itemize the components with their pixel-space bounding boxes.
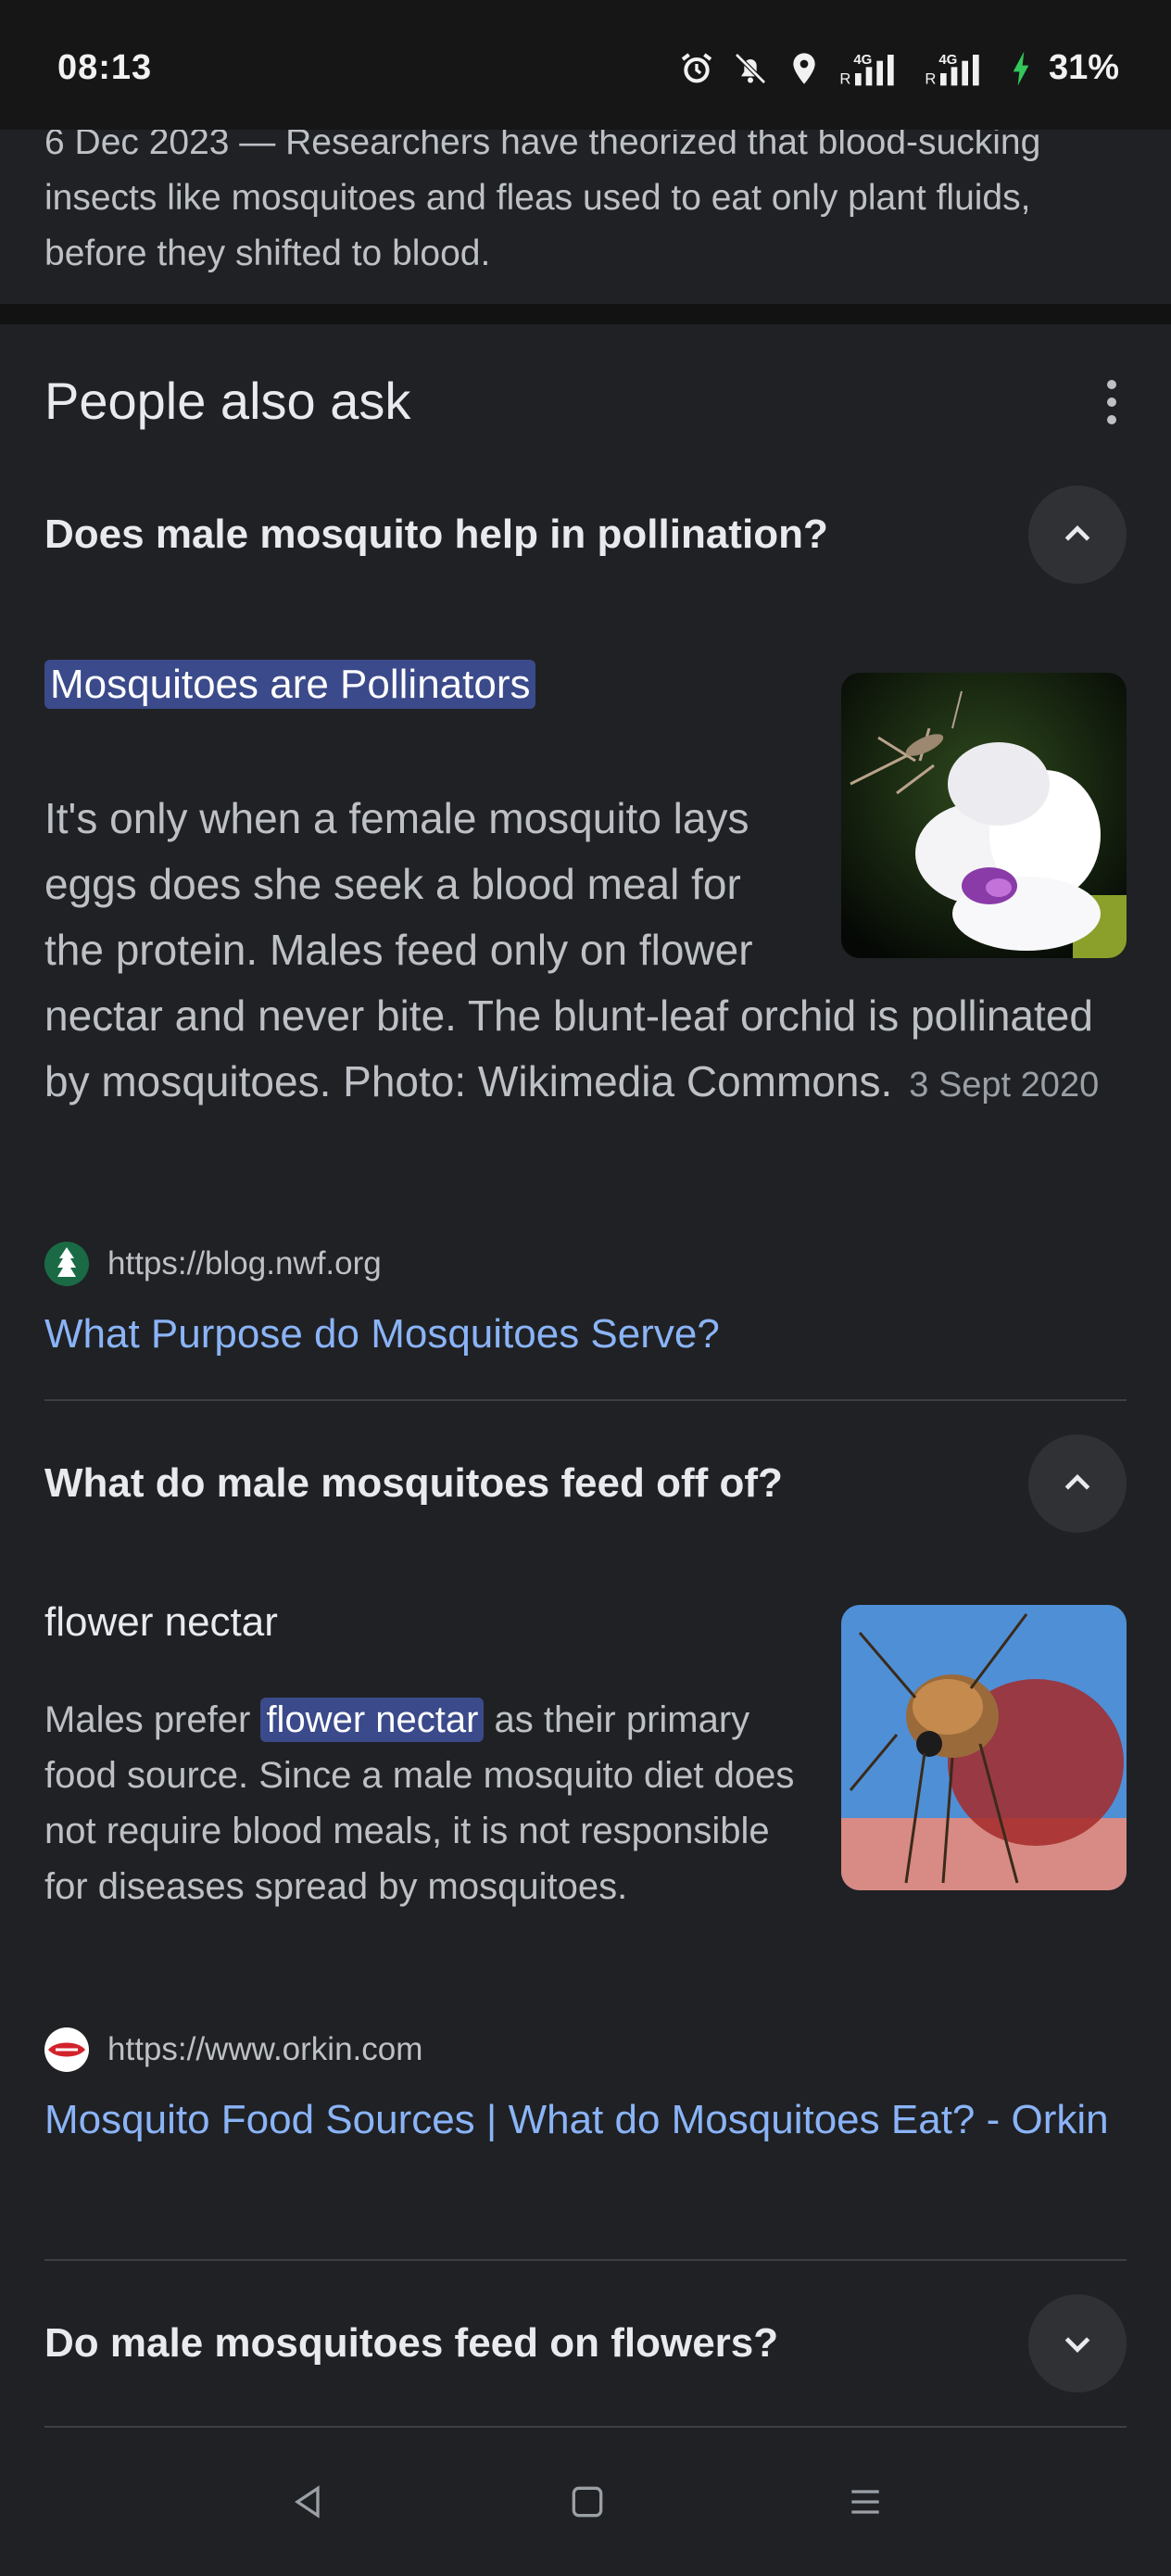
- alarm-icon: [681, 52, 712, 82]
- answer-highlight: flower nectar: [260, 1698, 485, 1742]
- paa-question-2[interactable]: What do male mosquitoes feed off of?: [44, 1434, 1127, 1533]
- section-divider: [0, 304, 1171, 324]
- status-bar: 08:13 R 4G R 4G 31%: [0, 0, 1171, 130]
- signal-4g-icon: R4G: [925, 52, 979, 87]
- collapse-button[interactable]: [1028, 486, 1127, 584]
- svg-text:4G: 4G: [938, 52, 957, 68]
- expand-button[interactable]: [1028, 2294, 1127, 2393]
- svg-text:R: R: [925, 69, 936, 86]
- system-nav-bar: [0, 2428, 1171, 2576]
- source-url: https://blog.nwf.org: [107, 1245, 382, 1282]
- status-icons: R 4G R 4G 31%: [678, 48, 1119, 88]
- charging-icon: [1013, 51, 1029, 85]
- answer-image-mosquito[interactable]: [841, 1605, 1127, 1890]
- answer-heading: flower nectar: [44, 1599, 278, 1645]
- source-row-1[interactable]: https://blog.nwf.org: [44, 1242, 382, 1286]
- chevron-up-icon: [1064, 525, 1090, 541]
- svg-text:4G: 4G: [853, 52, 872, 68]
- bell-off-icon: [735, 52, 766, 84]
- paa-title: People also ask: [44, 372, 411, 430]
- nav-home-icon[interactable]: [560, 2474, 615, 2530]
- collapse-button[interactable]: [1028, 1434, 1127, 1533]
- source-url: https://www.orkin.com: [107, 2031, 423, 2067]
- divider: [44, 1399, 1127, 1401]
- source-link-2[interactable]: Mosquito Food Sources | What do Mosquito…: [44, 2085, 1127, 2155]
- status-time: 08:13: [57, 48, 153, 87]
- answer-date: 3 Sept 2020: [909, 1066, 1100, 1105]
- nav-recents-icon[interactable]: [837, 2474, 893, 2530]
- divider: [44, 2259, 1127, 2261]
- answer-text-pre: Males prefer: [44, 1699, 251, 1740]
- answer-body: Males prefer flower nectar as their prim…: [44, 1692, 804, 1914]
- question-text: Do male mosquitoes feed on flowers?: [44, 2320, 779, 2366]
- answer-heading-highlight: Mosquitoes are Pollinators: [44, 660, 536, 709]
- chevron-up-icon: [1064, 1474, 1090, 1490]
- paa-question-3[interactable]: Do male mosquitoes feed on flowers?: [44, 2294, 1127, 2393]
- result-snippet: 6 Dec 2023 — Researchers have theorized …: [0, 111, 1171, 304]
- battery-percent: 31%: [1048, 48, 1119, 87]
- question-text: What do male mosquitoes feed off of?: [44, 1460, 783, 1506]
- answer-text: It's only when a female mosquito lays eg…: [44, 794, 1100, 1105]
- mosquito-feeding-image: [841, 1605, 1127, 1890]
- source-link-1[interactable]: What Purpose do Mosquitoes Serve?: [44, 1299, 1127, 1370]
- nav-back-icon[interactable]: [280, 2474, 335, 2530]
- answer-body: It's only when a female mosquito lays eg…: [44, 786, 1127, 1118]
- more-vert-icon[interactable]: [1102, 380, 1121, 428]
- answer-heading: Mosquitoes are Pollinators: [44, 660, 536, 709]
- chevron-down-icon: [1064, 2337, 1090, 2353]
- svg-text:R: R: [839, 69, 850, 86]
- nwf-logo-icon: [44, 1242, 89, 1286]
- orkin-logo-icon: [44, 2027, 89, 2072]
- paa-question-1[interactable]: Does male mosquito help in pollination?: [44, 486, 1127, 584]
- signal-4g-icon: R4G: [839, 52, 894, 87]
- snippet-text: 6 Dec 2023 — Researchers have theorized …: [44, 122, 1041, 273]
- source-row-2[interactable]: https://www.orkin.com: [44, 2027, 422, 2072]
- location-icon: [793, 52, 815, 84]
- question-text: Does male mosquito help in pollination?: [44, 511, 828, 557]
